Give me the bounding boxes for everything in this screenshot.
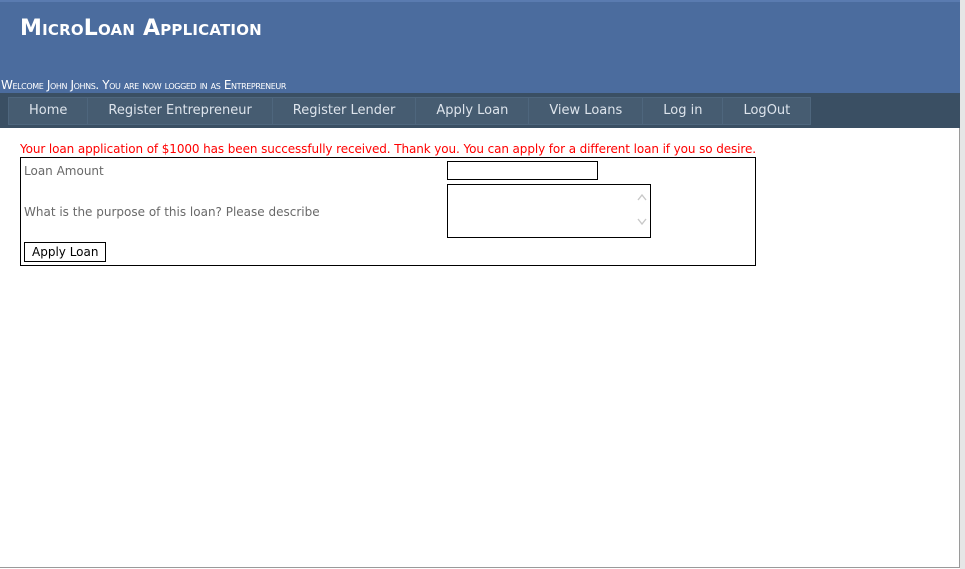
loan-purpose-textarea[interactable]: [447, 184, 651, 238]
app-title: MicroLoan Application: [20, 16, 262, 41]
loan-amount-label: Loan Amount: [24, 164, 104, 178]
menu-item-register-entrepreneur[interactable]: Register Entrepreneur: [88, 98, 273, 124]
page: MicroLoan Application Welcome John Johns…: [0, 0, 960, 568]
chevron-down-icon[interactable]: [636, 215, 648, 227]
menu-item-log-in[interactable]: Log in: [643, 98, 724, 124]
main-menu: Home Register Entrepreneur Register Lend…: [8, 97, 812, 125]
welcome-message: Welcome John Johns. You are now logged i…: [1, 78, 287, 92]
menu-item-apply-loan[interactable]: Apply Loan: [416, 98, 530, 124]
apply-loan-button[interactable]: Apply Loan: [24, 242, 107, 262]
loan-purpose-label: What is the purpose of this loan? Please…: [24, 205, 320, 219]
loan-form: Loan Amount What is the purpose of this …: [20, 157, 756, 266]
window-edge: [960, 0, 965, 569]
loan-amount-input[interactable]: [447, 161, 598, 180]
menu-item-logout[interactable]: LogOut: [723, 98, 810, 124]
success-message: Your loan application of $1000 has been …: [20, 142, 756, 156]
site-header: MicroLoan Application Welcome John Johns…: [0, 0, 960, 93]
menu-item-home[interactable]: Home: [9, 98, 89, 124]
chevron-up-icon[interactable]: [636, 192, 648, 204]
menu-item-register-lender[interactable]: Register Lender: [273, 98, 417, 124]
menu-item-view-loans[interactable]: View Loans: [529, 98, 644, 124]
menu-bar: Home Register Entrepreneur Register Lend…: [0, 93, 960, 128]
